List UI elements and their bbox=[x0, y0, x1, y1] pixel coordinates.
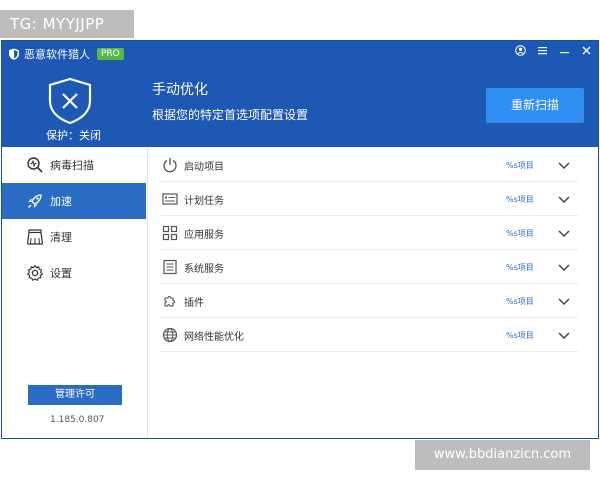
row-label: 应用服务 bbox=[184, 229, 224, 241]
header-bar: 恶意软件猎人 PRO 保护：关闭 手动优化 根据您的特定首选项配置设置 重新扫描 bbox=[2, 41, 598, 147]
row-count: %s项目 bbox=[506, 330, 534, 340]
globe-icon bbox=[162, 327, 178, 343]
app-window: 恶意软件猎人 PRO 保护：关闭 手动优化 根据您的特定首选项配置设置 重新扫描… bbox=[1, 40, 599, 439]
watermark-top: TG: MYYJJPP bbox=[0, 10, 134, 38]
chevron-down-icon[interactable] bbox=[556, 259, 572, 275]
chevron-down-icon[interactable] bbox=[556, 327, 572, 343]
list-item-startup[interactable]: 启动项目 %s项目 bbox=[160, 149, 578, 182]
virus-scan-icon bbox=[27, 157, 43, 173]
chevron-down-icon[interactable] bbox=[556, 157, 572, 173]
chevron-down-icon[interactable] bbox=[556, 293, 572, 309]
app-title-text: 恶意软件猎人 bbox=[24, 48, 90, 61]
list-item-system-services[interactable]: 系统服务 %s项目 bbox=[160, 251, 578, 284]
sidebar-item-label: 清理 bbox=[50, 231, 72, 244]
row-label: 启动项目 bbox=[184, 161, 224, 173]
chevron-down-icon[interactable] bbox=[556, 225, 572, 241]
document-icon bbox=[163, 259, 177, 275]
row-label: 插件 bbox=[184, 297, 204, 309]
list-item-plugins[interactable]: 插件 %s项目 bbox=[160, 285, 578, 318]
list-item-scheduled-tasks[interactable]: 计划任务 %s项目 bbox=[160, 183, 578, 216]
row-count: %s项目 bbox=[506, 194, 534, 204]
puzzle-icon bbox=[164, 295, 176, 307]
version-label: 1.185.0.807 bbox=[50, 415, 105, 425]
menu-icon[interactable] bbox=[536, 45, 548, 59]
sidebar-item-virus-scan[interactable]: 病毒扫描 bbox=[2, 147, 146, 183]
gear-icon bbox=[26, 264, 44, 281]
page-title: 手动优化 bbox=[152, 82, 208, 98]
sidebar-item-speedup[interactable]: 加速 bbox=[2, 183, 146, 219]
sidebar-item-label: 病毒扫描 bbox=[50, 159, 94, 172]
row-count: %s项目 bbox=[506, 262, 534, 272]
watermark-top-text: TG: MYYJJPP bbox=[10, 15, 105, 33]
app-title: 恶意软件猎人 PRO bbox=[8, 45, 124, 63]
window-controls bbox=[514, 45, 592, 59]
row-label: 网络性能优化 bbox=[184, 331, 244, 343]
row-count: %s项目 bbox=[506, 228, 534, 238]
pro-badge: PRO bbox=[97, 48, 124, 60]
sidebar-item-settings[interactable]: 设置 bbox=[2, 255, 146, 291]
row-label: 系统服务 bbox=[184, 263, 224, 275]
minimize-icon[interactable] bbox=[558, 45, 570, 59]
row-count: %s项目 bbox=[506, 296, 534, 306]
broom-icon bbox=[26, 229, 44, 245]
manage-license-button[interactable]: 管理许可 bbox=[28, 385, 122, 405]
sidebar-item-label: 加速 bbox=[50, 195, 72, 208]
list-item-network-optimization[interactable]: 网络性能优化 %s项目 bbox=[160, 319, 578, 352]
grid-icon bbox=[162, 225, 178, 241]
power-icon bbox=[163, 158, 177, 173]
row-count: %s项目 bbox=[506, 160, 534, 170]
watermark-bottom-text: www.bbdianzicn.com bbox=[433, 447, 572, 462]
protection-status: 保护：关闭 bbox=[46, 129, 101, 142]
sidebar: 病毒扫描 加速 清理 设置 管理许可 1.185.0.807 bbox=[2, 147, 148, 438]
rocket-icon bbox=[28, 194, 42, 208]
app-logo-icon bbox=[9, 48, 19, 60]
page-subtitle: 根据您的特定首选项配置设置 bbox=[152, 108, 309, 122]
task-list-icon bbox=[162, 193, 178, 205]
sidebar-item-label: 设置 bbox=[50, 267, 72, 280]
list-item-app-services[interactable]: 应用服务 %s项目 bbox=[160, 217, 578, 250]
watermark-bottom: www.bbdianzicn.com bbox=[415, 440, 590, 470]
user-icon[interactable] bbox=[514, 45, 526, 59]
sidebar-item-clean[interactable]: 清理 bbox=[2, 219, 146, 255]
optimization-list: 启动项目 %s项目 计划任务 %s项目 应用服务 %s项目 系统服务 %s项目 … bbox=[152, 147, 598, 438]
chevron-down-icon[interactable] bbox=[556, 191, 572, 207]
rescan-button[interactable]: 重新扫描 bbox=[486, 88, 584, 123]
row-label: 计划任务 bbox=[184, 195, 224, 207]
close-icon[interactable] bbox=[580, 45, 592, 59]
